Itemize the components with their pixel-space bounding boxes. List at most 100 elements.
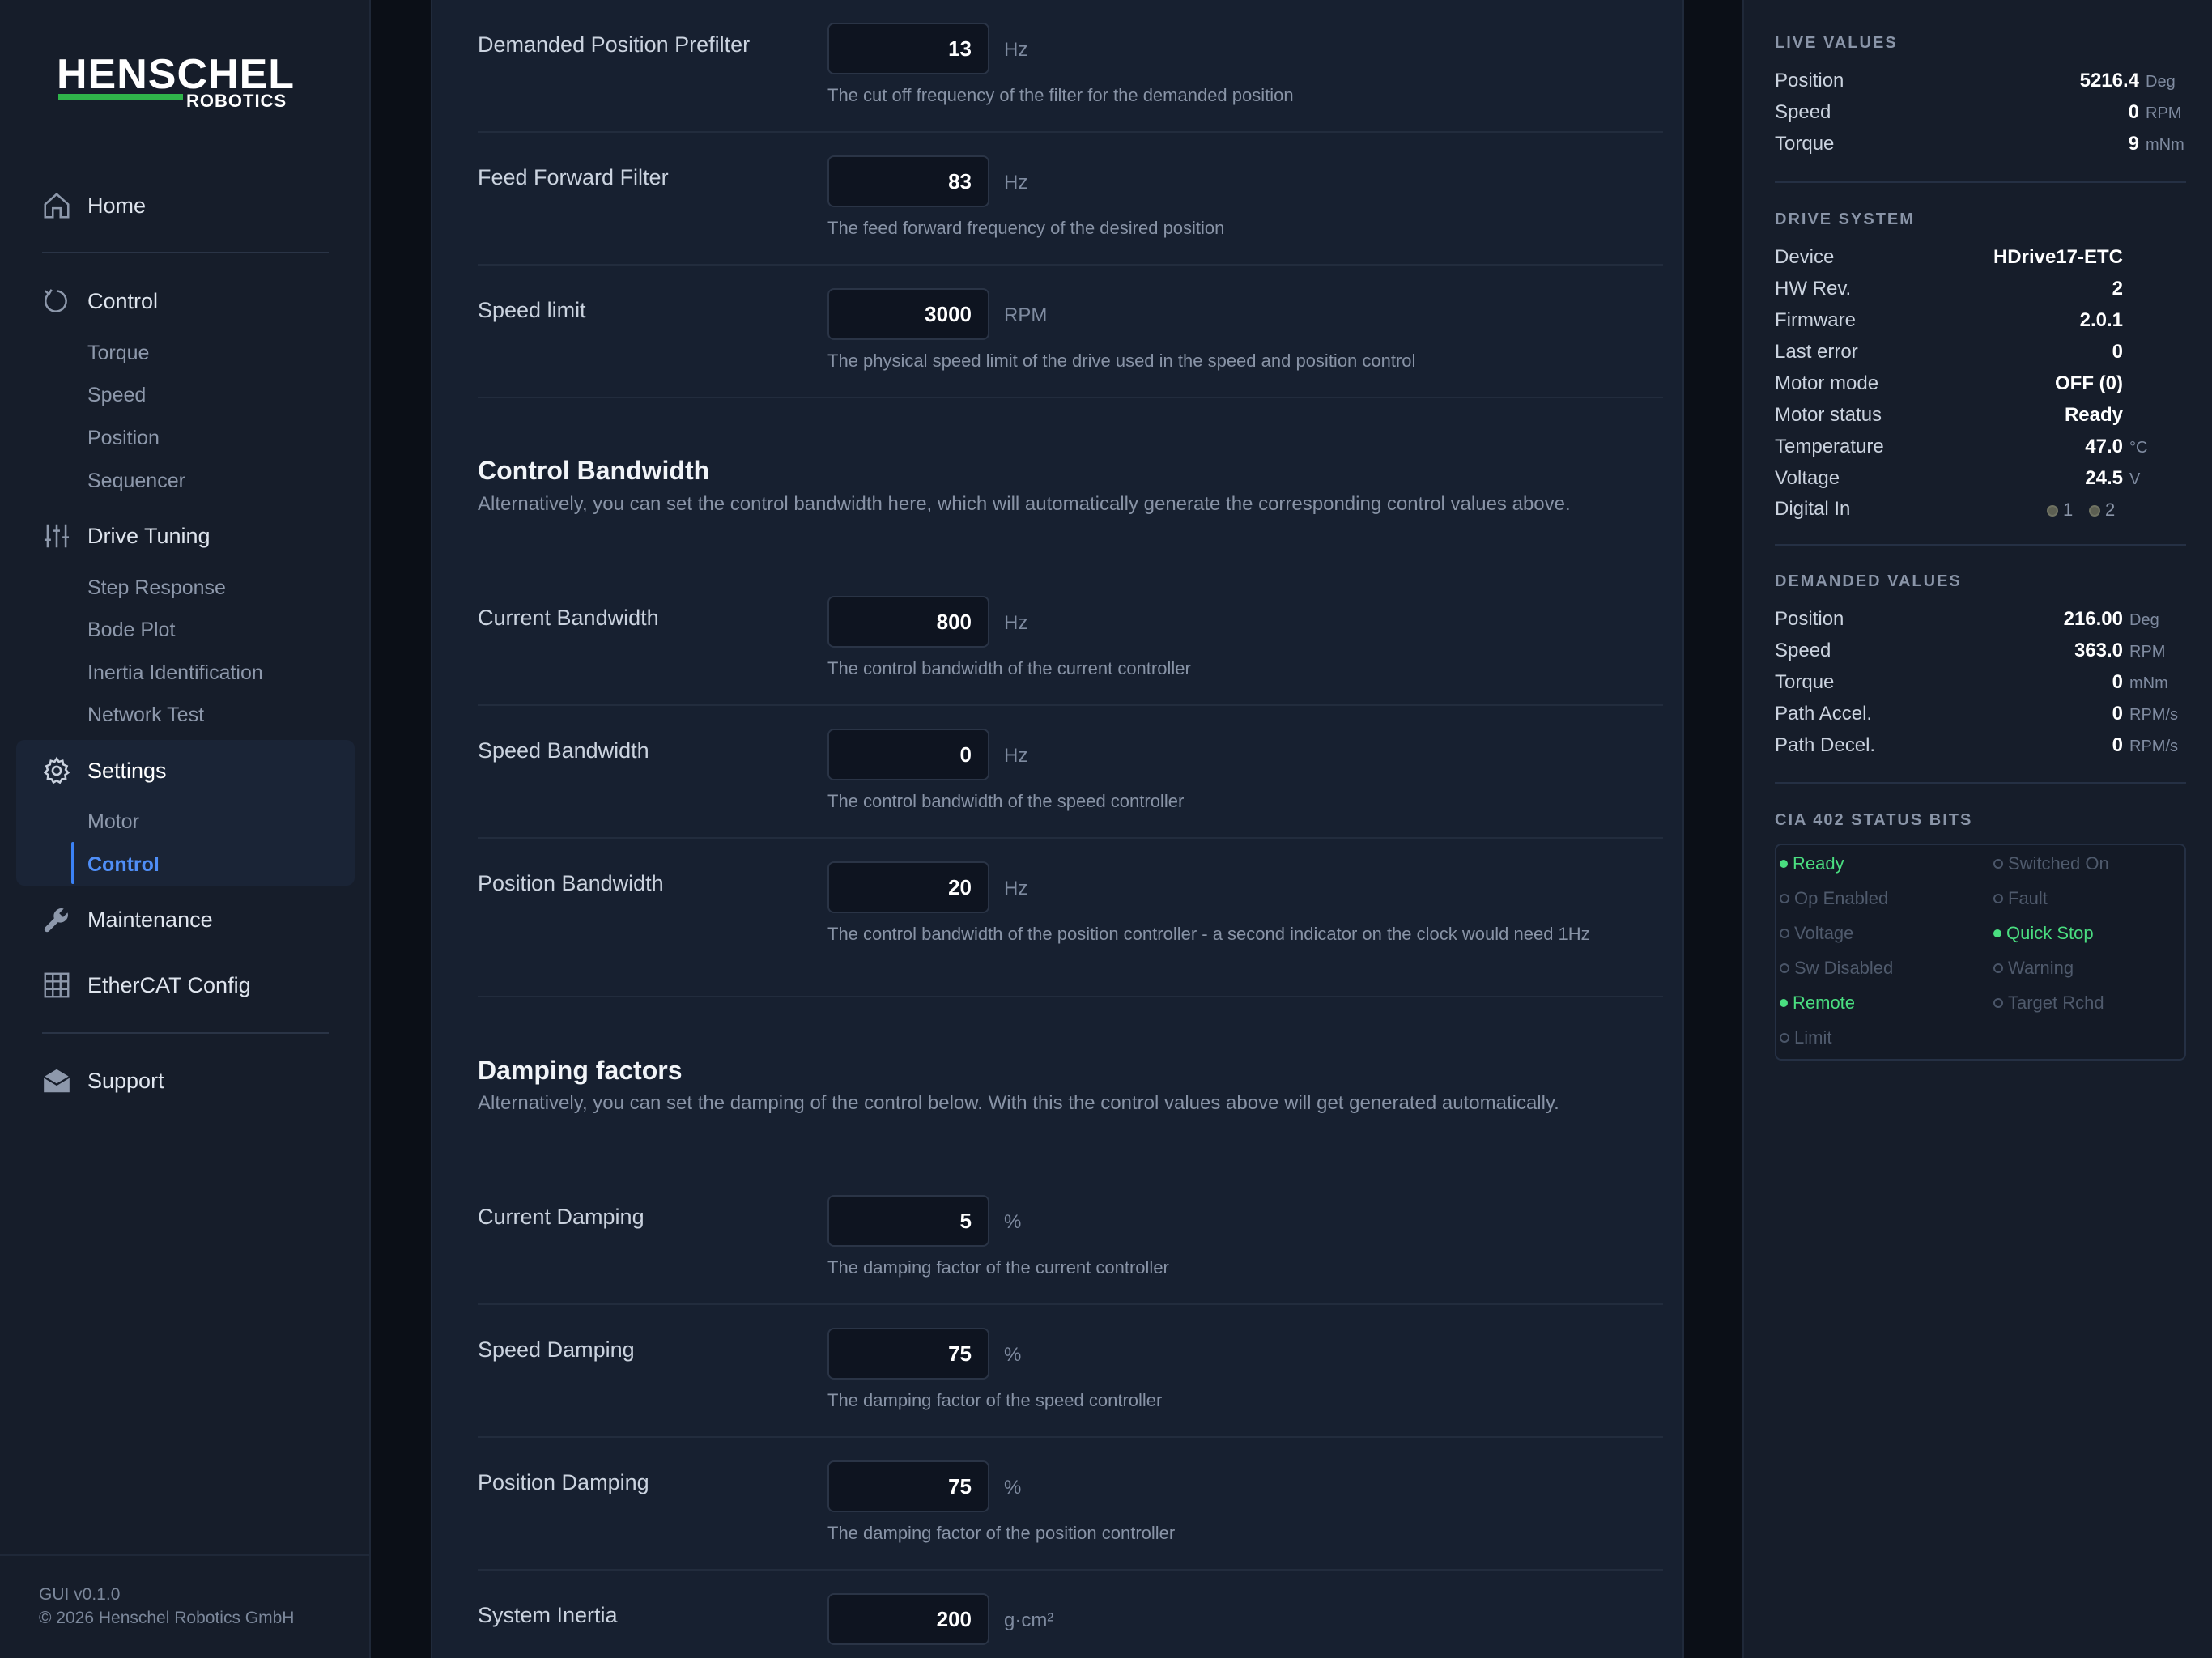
brand-logo[interactable]: HENSCHEL ROBOTICS — [57, 50, 294, 115]
position-damping-input[interactable]: 75 — [827, 1460, 989, 1512]
demanded-value: 363.0 — [2074, 640, 2123, 661]
live-unit: mNm — [2146, 136, 2184, 154]
sidebar-item-network-test[interactable]: Network Test — [87, 701, 204, 729]
digital-in-number: 2 — [2105, 500, 2116, 520]
demanded-unit: mNm — [2129, 674, 2168, 692]
status-dot — [1993, 894, 2003, 903]
grid-icon — [40, 969, 73, 1001]
status-dot — [1780, 929, 1789, 938]
demanded-label: Position — [1775, 608, 1844, 630]
speed-limit-input[interactable]: 3000 — [827, 288, 989, 340]
position-bandwidth-input[interactable]: 20 — [827, 861, 989, 913]
copyright-text: © 2026 Henschel Robotics GmbH — [39, 1609, 295, 1627]
feed-forward-input[interactable]: 83 — [827, 155, 989, 207]
live-label: Speed — [1775, 101, 1831, 123]
setting-unit: Hz — [1004, 878, 1028, 899]
demanded-label: Speed — [1775, 640, 1831, 661]
setting-description: The control bandwidth of the speed contr… — [827, 791, 1185, 811]
digital-in-1: 1 — [2047, 500, 2073, 521]
nav-settings[interactable]: Settings — [40, 750, 167, 792]
current-damping-input[interactable]: 5 — [827, 1195, 989, 1247]
status-dot — [1780, 1033, 1789, 1043]
nav-ethercat-config[interactable]: EtherCAT Config — [40, 964, 251, 1006]
status-bit-label: Ready — [1793, 853, 1844, 874]
nav-drive-tuning-label: Drive Tuning — [87, 523, 211, 548]
sidebar-item-speed[interactable]: Speed — [87, 381, 146, 409]
demanded-label: Path Accel. — [1775, 703, 1873, 725]
brand-sub: ROBOTICS — [186, 91, 287, 111]
system-inertia-input[interactable]: 200 — [827, 1593, 989, 1645]
sidebar-item-sequencer[interactable]: Sequencer — [87, 467, 185, 495]
drive-row: Temperature 47.0 °C — [1775, 436, 2188, 465]
current-bandwidth-input[interactable]: 800 — [827, 596, 989, 648]
setting-row: Current Bandwidth 800 Hz The control ban… — [478, 573, 1663, 706]
status-bit-fault: Fault — [1993, 888, 2048, 909]
version-text: GUI v0.1.0 — [39, 1585, 121, 1604]
sidebar-item-control[interactable]: Control — [87, 851, 160, 878]
wrench-icon — [40, 903, 73, 936]
setting-label: Position Damping — [478, 1470, 649, 1494]
nav-home[interactable]: Home — [40, 185, 146, 227]
sidebar-footer: GUI v0.1.0 © 2026 Henschel Robotics GmbH — [0, 1554, 369, 1658]
setting-description: The control bandwidth of the position co… — [827, 924, 1590, 944]
section-title-bandwidth: Control Bandwidth — [478, 456, 710, 485]
status-bits-box: Ready Switched On Op Enabled Fault Volta… — [1775, 844, 2186, 1061]
setting-label: Speed Damping — [478, 1337, 635, 1362]
prefilter-input[interactable]: 13 — [827, 23, 989, 74]
status-bit-quick-stop: Quick Stop — [1993, 923, 2094, 944]
live-unit: RPM — [2146, 104, 2182, 122]
setting-row: Position Damping 75 % The damping factor… — [478, 1438, 1663, 1571]
status-bit-label: Sw Disabled — [1794, 958, 1894, 978]
status-bit-label: Quick Stop — [2006, 923, 2094, 943]
demanded-unit: RPM/s — [2129, 738, 2178, 755]
demanded-row: Position 216.00 Deg — [1775, 608, 2188, 637]
sidebar-item-bode-plot[interactable]: Bode Plot — [87, 616, 175, 644]
status-bit-warning: Warning — [1993, 958, 2074, 979]
nav-control[interactable]: Control — [40, 280, 158, 322]
nav-drive-tuning[interactable]: Drive Tuning — [40, 515, 211, 557]
demanded-unit: Deg — [2129, 611, 2159, 629]
digital-in-2: 2 — [2089, 500, 2115, 521]
nav-maintenance[interactable]: Maintenance — [40, 899, 213, 941]
nav-support[interactable]: Support — [40, 1060, 164, 1102]
drive-label: Voltage — [1775, 467, 1840, 489]
status-dot — [1993, 859, 2003, 869]
setting-label: Current Damping — [478, 1205, 644, 1229]
setting-label: Speed Bandwidth — [478, 738, 649, 763]
live-label: Position — [1775, 70, 1844, 91]
drive-value: 47.0 — [2085, 436, 2123, 457]
nav-control-label: Control — [87, 288, 159, 313]
setting-description: The damping factor of the position contr… — [827, 1523, 1176, 1543]
setting-label: Current Bandwidth — [478, 606, 659, 630]
status-bit-op-enabled: Op Enabled — [1780, 888, 1888, 909]
sidebar-item-position[interactable]: Position — [87, 424, 160, 452]
demanded-unit: RPM — [2129, 643, 2166, 661]
status-bit-label: Fault — [2008, 888, 2048, 908]
status-panel: LIVE VALUES Position 5216.4 Deg Speed 0 … — [1742, 0, 2212, 1658]
demanded-values-heading: DEMANDED VALUES — [1775, 572, 1962, 590]
status-dot — [1780, 860, 1788, 868]
section-desc-bandwidth: Alternatively, you can set the control b… — [478, 493, 1571, 515]
status-bit-switched-on: Switched On — [1993, 853, 2109, 874]
sidebar-item-step-response[interactable]: Step Response — [87, 574, 226, 602]
sidebar-item-inertia-identification[interactable]: Inertia Identification — [87, 659, 263, 687]
drive-row: Device HDrive17-ETC — [1775, 246, 2188, 275]
drive-row: Firmware 2.0.1 — [1775, 309, 2188, 338]
sidebar: HENSCHEL ROBOTICS Home Control Torque Sp… — [0, 0, 371, 1658]
digital-in-number: 1 — [2063, 500, 2074, 520]
sidebar-item-torque[interactable]: Torque — [87, 339, 149, 367]
sidebar-item-motor[interactable]: Motor — [87, 808, 139, 835]
setting-unit: g·cm² — [1004, 1609, 1054, 1631]
setting-row: System Inertia 200 g·cm² — [478, 1571, 1663, 1658]
speed-bandwidth-input[interactable]: 0 — [827, 729, 989, 780]
speed-damping-input[interactable]: 75 — [827, 1328, 989, 1380]
setting-unit: % — [1004, 1477, 1022, 1499]
setting-row: Current Damping 5 % The damping factor o… — [478, 1172, 1663, 1305]
status-bit-label: Limit — [1794, 1027, 1832, 1048]
status-bit-voltage: Voltage — [1780, 923, 1853, 944]
drive-label: Motor status — [1775, 404, 1882, 426]
control-loop-icon — [40, 285, 73, 317]
status-bit-remote: Remote — [1780, 993, 1855, 1014]
setting-unit: % — [1004, 1211, 1022, 1233]
demanded-row: Path Accel. 0 RPM/s — [1775, 703, 2188, 732]
